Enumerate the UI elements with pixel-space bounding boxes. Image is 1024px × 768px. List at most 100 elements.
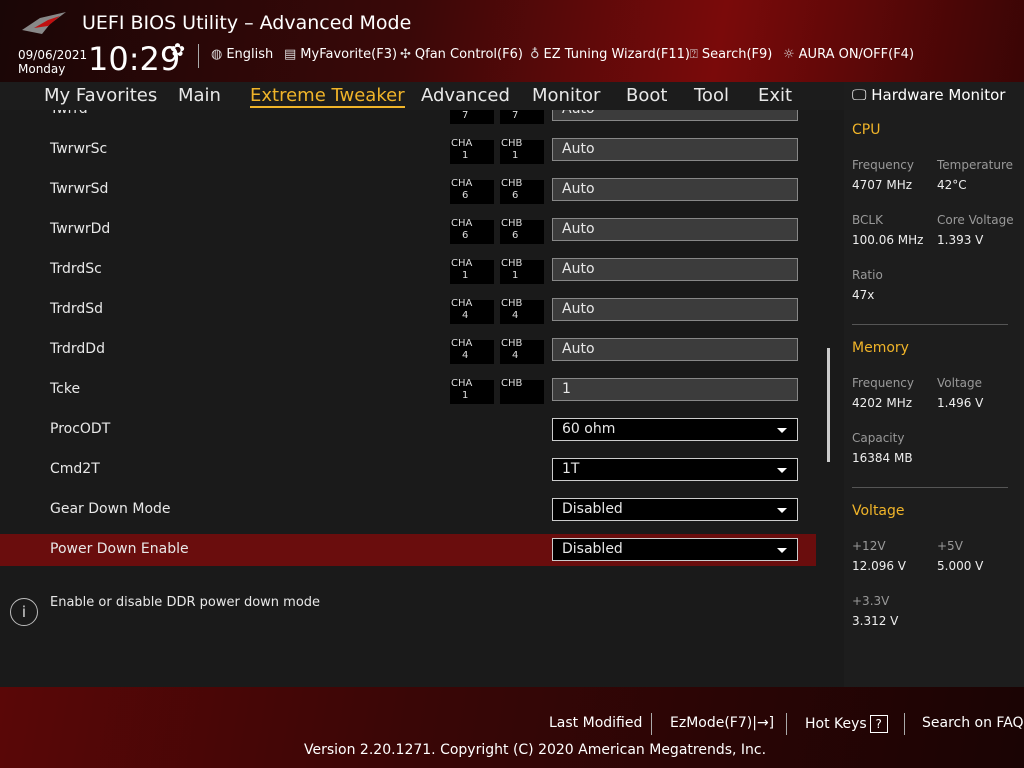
- exit-arrow-icon: →]: [756, 715, 775, 731]
- cha-value: CHA 1: [450, 378, 494, 404]
- cha-label: CHA: [451, 218, 473, 229]
- setting-label: TrdrdDd: [50, 341, 105, 357]
- tab-my-favorites[interactable]: My Favorites: [44, 85, 157, 106]
- setting-dropdown[interactable]: Disabled: [552, 498, 798, 521]
- divider: [198, 44, 199, 68]
- setting-input[interactable]: Auto: [552, 218, 798, 241]
- tab-tool[interactable]: Tool: [694, 85, 729, 106]
- divider: [852, 487, 1008, 488]
- search-button[interactable]: ⍰ Search(F9): [690, 47, 772, 62]
- label: Search(F9): [701, 47, 773, 62]
- label: AURA ON/OFF(F4): [798, 47, 915, 62]
- language-button[interactable]: ◍ English: [211, 47, 273, 62]
- setting-input[interactable]: Auto: [552, 338, 798, 361]
- footer: Last Modified EzMode(F7)|→] Hot Keys? Se…: [0, 687, 1024, 768]
- chb-label: CHB: [501, 378, 523, 389]
- setting-row[interactable]: TrdrdSd CHA 4 CHB 4 Auto: [0, 294, 816, 326]
- app-title: UEFI BIOS Utility – Advanced Mode: [82, 12, 412, 34]
- tab-monitor[interactable]: Monitor: [532, 85, 600, 106]
- tab-exit[interactable]: Exit: [758, 85, 792, 106]
- chb-label: CHB: [501, 138, 523, 149]
- ez-tuning-wizard-button[interactable]: ♁ EZ Tuning Wizard(F11): [530, 47, 690, 62]
- selected-value: Disabled: [562, 541, 623, 557]
- monitor-icon: 🖵: [852, 86, 872, 104]
- label: Hot Keys: [805, 716, 867, 732]
- scrollbar[interactable]: [827, 348, 830, 462]
- setting-input[interactable]: Auto: [552, 138, 798, 161]
- bclk: 100.06 MHz: [852, 233, 924, 247]
- setting-row[interactable]: TrdrdSc CHA 1 CHB 1 Auto: [0, 254, 816, 286]
- search-faq-button[interactable]: Search on FAQ: [922, 715, 1024, 731]
- chb-value: CHB 1: [500, 258, 544, 284]
- qfan-control-button[interactable]: ✣ Qfan Control(F6): [400, 47, 523, 62]
- divider: [786, 713, 787, 735]
- last-modified-button[interactable]: Last Modified: [549, 715, 642, 731]
- hot-keys-button[interactable]: Hot Keys?: [805, 715, 888, 733]
- value: 6: [462, 230, 469, 241]
- myfavorite-button[interactable]: ▤ MyFavorite(F3): [284, 47, 397, 62]
- setting-row[interactable]: Tcke CHA 1 CHB 1: [0, 374, 816, 406]
- cpu-temperature-label: Temperature: [937, 158, 1014, 172]
- tab-boot[interactable]: Boot: [626, 85, 667, 106]
- v12-label: +12V: [852, 539, 886, 553]
- cha-value: CHA7: [450, 110, 494, 124]
- cha-label: CHA: [451, 338, 473, 349]
- divider: [852, 324, 1008, 325]
- v33: 3.312 V: [852, 614, 899, 628]
- globe-icon: ◍: [211, 47, 223, 62]
- gear-icon[interactable]: ✿: [170, 40, 185, 61]
- setting-input[interactable]: 1: [552, 378, 798, 401]
- core-voltage: 1.393 V: [937, 233, 984, 247]
- cha-value: CHA 4: [450, 298, 494, 324]
- capacity-label: Capacity: [852, 431, 905, 445]
- cha-label: CHA: [451, 298, 473, 309]
- setting-dropdown[interactable]: Disabled: [552, 538, 798, 561]
- setting-row[interactable]: Cmd2T 1T: [0, 454, 816, 486]
- setting-row[interactable]: TwrwrSd CHA 6 CHB 6 Auto: [0, 174, 816, 206]
- setting-label: TwrwrSd: [50, 181, 109, 197]
- value: 4: [462, 350, 469, 361]
- setting-input[interactable]: Auto: [552, 110, 798, 121]
- setting-row[interactable]: Power Down Enable Disabled: [0, 534, 816, 566]
- mem-frequency-label: Frequency: [852, 376, 914, 390]
- setting-dropdown[interactable]: 1T: [552, 458, 798, 481]
- value: 6: [462, 190, 469, 201]
- tab-main[interactable]: Main: [178, 85, 221, 106]
- cpu-frequency-label: Frequency: [852, 158, 914, 172]
- chb-label: CHB: [501, 258, 523, 269]
- aura-button[interactable]: ☼ AURA ON/OFF(F4): [783, 47, 914, 62]
- setting-label: Power Down Enable: [50, 541, 189, 557]
- cha-value: CHA 1: [450, 138, 494, 164]
- title: Hardware Monitor: [871, 86, 1006, 104]
- divider: [904, 713, 905, 735]
- fan-icon: ✣: [400, 47, 411, 62]
- setting-row[interactable]: TwrwrDd CHA 6 CHB 6 Auto: [0, 214, 816, 246]
- question-key-icon: ?: [869, 715, 888, 733]
- ezmode-button[interactable]: EzMode(F7)|→]: [670, 715, 774, 731]
- setting-row[interactable]: TwrwrSc CHA 1 CHB 1 Auto: [0, 134, 816, 166]
- setting-dropdown[interactable]: 60 ohm: [552, 418, 798, 441]
- mem-voltage-label: Voltage: [937, 376, 983, 390]
- selected-value: Disabled: [562, 501, 623, 517]
- setting-label: TrdrdSc: [50, 261, 102, 277]
- value: 1: [512, 150, 519, 161]
- divider: [651, 713, 652, 735]
- setting-label: ProcODT: [50, 421, 111, 437]
- setting-input[interactable]: Auto: [552, 178, 798, 201]
- mem-voltage: 1.496 V: [937, 396, 984, 410]
- tab-extreme-tweaker[interactable]: Extreme Tweaker: [250, 85, 405, 108]
- hardware-monitor-title: 🖵 Hardware Monitor: [852, 86, 1005, 104]
- value: 4: [462, 310, 469, 321]
- chb-value: CHB 4: [500, 338, 544, 364]
- selected-value: 1T: [562, 461, 580, 477]
- value: 4: [512, 310, 519, 321]
- setting-row[interactable]: Twrrd CHA7 CHB7 Auto: [0, 110, 816, 126]
- tab-advanced[interactable]: Advanced: [421, 85, 510, 106]
- setting-input[interactable]: Auto: [552, 258, 798, 281]
- setting-input[interactable]: Auto: [552, 298, 798, 321]
- selected-value: 60 ohm: [562, 421, 616, 437]
- setting-row[interactable]: ProcODT 60 ohm: [0, 414, 816, 446]
- v5: 5.000 V: [937, 559, 984, 573]
- setting-row[interactable]: TrdrdDd CHA 4 CHB 4 Auto: [0, 334, 816, 366]
- setting-row[interactable]: Gear Down Mode Disabled: [0, 494, 816, 526]
